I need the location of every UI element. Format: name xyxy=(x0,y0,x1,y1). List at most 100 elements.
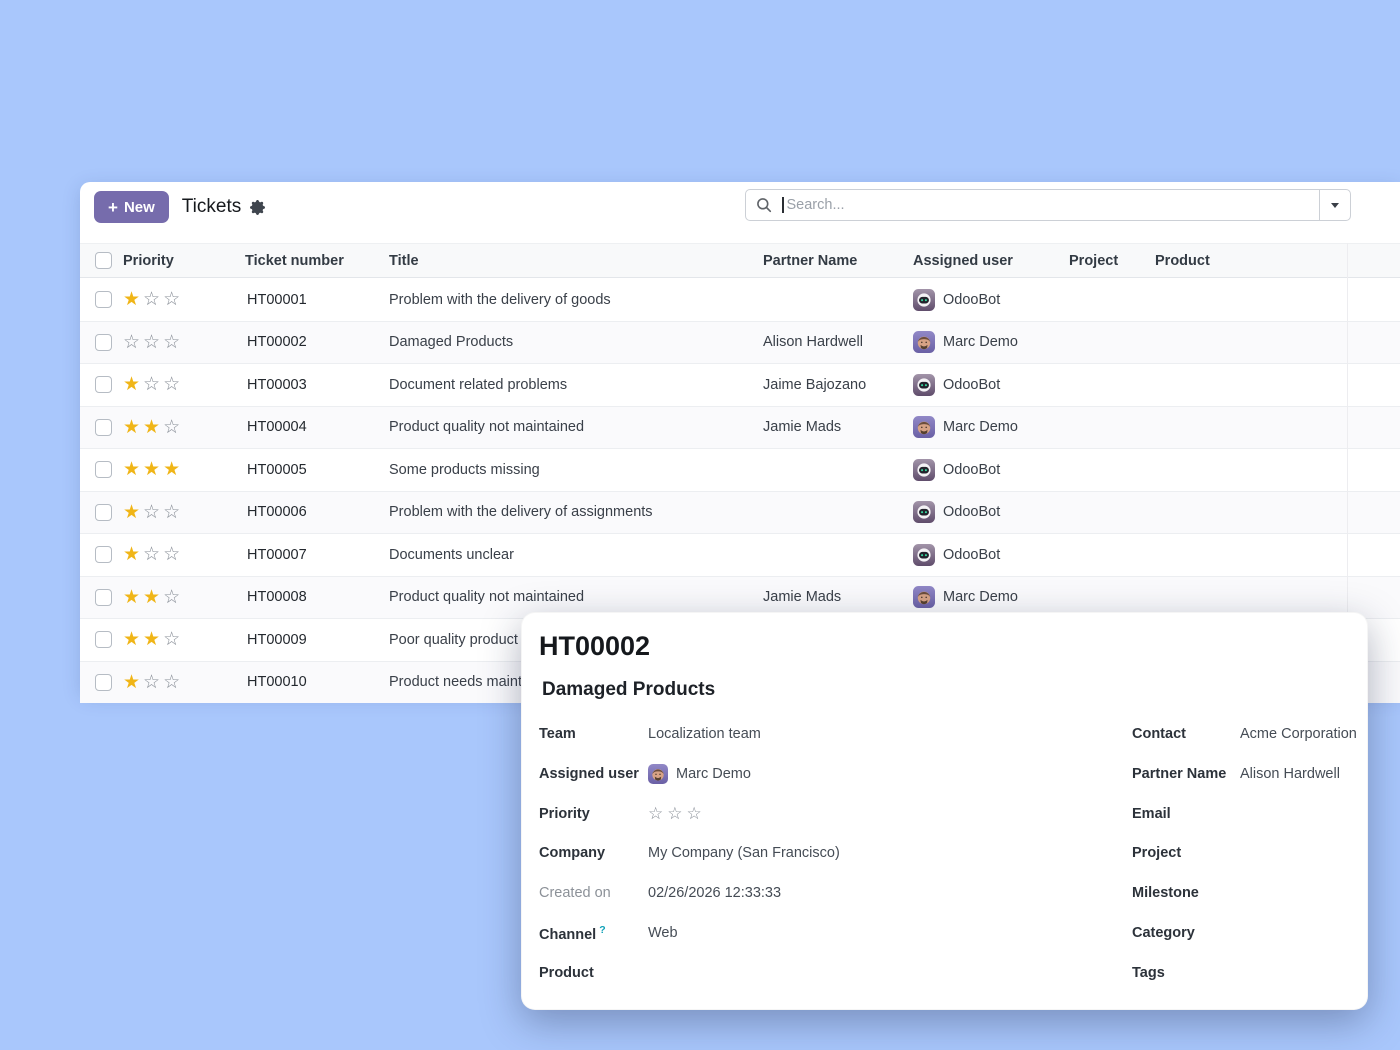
star-empty-icon[interactable]: ☆ xyxy=(163,545,180,564)
table-row[interactable]: ★★★ HT00005 Some products missing OdooBo… xyxy=(80,448,1400,491)
star-empty-icon[interactable]: ☆ xyxy=(123,333,140,352)
row-checkbox[interactable] xyxy=(95,504,112,521)
drag-handle-icon[interactable] xyxy=(227,557,231,559)
column-header-partner-name[interactable]: Partner Name xyxy=(763,253,913,269)
star-filled-icon[interactable]: ★ xyxy=(123,375,140,394)
help-icon[interactable]: ? xyxy=(599,924,605,936)
star-filled-icon[interactable]: ★ xyxy=(143,460,160,479)
priority-stars[interactable]: ★☆☆ xyxy=(123,673,227,692)
chevron-down-icon xyxy=(1331,203,1339,208)
star-filled-icon[interactable]: ★ xyxy=(143,418,160,437)
odoobot-avatar xyxy=(913,544,935,566)
priority-stars[interactable]: ★★☆ xyxy=(123,630,227,649)
drag-handle-icon[interactable] xyxy=(227,344,231,346)
star-empty-icon[interactable]: ☆ xyxy=(648,805,664,822)
field-value[interactable]: 02/26/2026 12:33:33 xyxy=(648,885,781,901)
star-empty-icon[interactable]: ☆ xyxy=(163,290,180,309)
table-row[interactable]: ★☆☆ HT00006 Problem with the delivery of… xyxy=(80,491,1400,534)
row-checkbox[interactable] xyxy=(95,461,112,478)
drag-handle-icon[interactable] xyxy=(227,642,231,644)
star-filled-icon[interactable]: ★ xyxy=(143,630,160,649)
priority-stars[interactable]: ☆☆☆ xyxy=(648,805,703,822)
row-checkbox[interactable] xyxy=(95,334,112,351)
row-checkbox[interactable] xyxy=(95,631,112,648)
star-filled-icon[interactable]: ★ xyxy=(143,588,160,607)
table-row[interactable]: ★★☆ HT00004 Product quality not maintain… xyxy=(80,406,1400,449)
star-filled-icon[interactable]: ★ xyxy=(123,673,140,692)
priority-stars[interactable]: ★★☆ xyxy=(123,588,227,607)
priority-stars[interactable]: ★★★ xyxy=(123,460,227,479)
assigned-user-cell: OdooBot xyxy=(913,501,1063,523)
drag-handle-icon[interactable] xyxy=(227,387,231,389)
row-checkbox[interactable] xyxy=(95,589,112,606)
star-empty-icon[interactable]: ☆ xyxy=(143,375,160,394)
star-filled-icon[interactable]: ★ xyxy=(123,630,140,649)
star-empty-icon[interactable]: ☆ xyxy=(163,503,180,522)
table-row[interactable]: ☆☆☆ HT00002 Damaged Products Alison Hard… xyxy=(80,321,1400,364)
row-checkbox[interactable] xyxy=(95,376,112,393)
star-empty-icon[interactable]: ☆ xyxy=(163,630,180,649)
star-empty-icon[interactable]: ☆ xyxy=(687,805,703,822)
column-header-assigned-user[interactable]: Assigned user xyxy=(913,253,1063,269)
row-checkbox[interactable] xyxy=(95,546,112,563)
drag-handle-icon[interactable] xyxy=(227,684,231,686)
page-title: Tickets xyxy=(182,191,241,223)
priority-stars[interactable]: ★☆☆ xyxy=(123,290,227,309)
star-filled-icon[interactable]: ★ xyxy=(123,418,140,437)
field-value[interactable]: Marc Demo xyxy=(648,764,751,784)
column-header-ticket-number[interactable]: Ticket number xyxy=(245,253,389,269)
priority-stars[interactable]: ★☆☆ xyxy=(123,375,227,394)
ticket-number: HT00009 xyxy=(245,632,389,648)
assigned-user-name: Marc Demo xyxy=(943,589,1018,605)
row-checkbox[interactable] xyxy=(95,291,112,308)
star-empty-icon[interactable]: ☆ xyxy=(163,333,180,352)
star-filled-icon[interactable]: ★ xyxy=(163,460,180,479)
star-empty-icon[interactable]: ☆ xyxy=(143,673,160,692)
select-all-checkbox[interactable] xyxy=(95,252,112,269)
column-header-project[interactable]: Project xyxy=(1063,253,1155,269)
star-empty-icon[interactable]: ☆ xyxy=(163,588,180,607)
field-value[interactable]: Web xyxy=(648,925,678,941)
drag-handle-icon[interactable] xyxy=(227,599,231,601)
assigned-user-cell: OdooBot xyxy=(913,459,1063,481)
column-header-title[interactable]: Title xyxy=(389,253,763,269)
column-header-priority[interactable]: Priority xyxy=(123,253,227,269)
star-filled-icon[interactable]: ★ xyxy=(123,545,140,564)
star-empty-icon[interactable]: ☆ xyxy=(163,673,180,692)
field-value[interactable]: Localization team xyxy=(648,726,761,742)
gear-icon[interactable] xyxy=(250,200,265,215)
row-checkbox[interactable] xyxy=(95,419,112,436)
search-icon xyxy=(756,197,772,213)
star-empty-icon[interactable]: ☆ xyxy=(143,503,160,522)
star-empty-icon[interactable]: ☆ xyxy=(163,375,180,394)
priority-stars[interactable]: ★☆☆ xyxy=(123,545,227,564)
new-button[interactable]: + New xyxy=(94,191,169,223)
table-row[interactable]: ★☆☆ HT00001 Problem with the delivery of… xyxy=(80,279,1400,321)
field-value[interactable]: My Company (San Francisco) xyxy=(648,845,840,861)
row-checkbox[interactable] xyxy=(95,674,112,691)
star-filled-icon[interactable]: ★ xyxy=(123,290,140,309)
field-value[interactable]: Alison Hardwell xyxy=(1240,766,1340,782)
priority-stars[interactable]: ★☆☆ xyxy=(123,503,227,522)
search-dropdown-toggle[interactable] xyxy=(1319,190,1350,220)
star-empty-icon[interactable]: ☆ xyxy=(143,333,160,352)
search-input[interactable] xyxy=(784,197,1320,213)
priority-stars[interactable]: ☆☆☆ xyxy=(123,333,227,352)
drag-handle-icon[interactable] xyxy=(227,302,231,304)
table-row[interactable]: ★☆☆ HT00007 Documents unclear OdooBot xyxy=(80,533,1400,576)
priority-stars[interactable]: ★★☆ xyxy=(123,418,227,437)
drag-handle-icon[interactable] xyxy=(227,429,231,431)
star-empty-icon[interactable]: ☆ xyxy=(667,805,683,822)
star-empty-icon[interactable]: ☆ xyxy=(163,418,180,437)
star-filled-icon[interactable]: ★ xyxy=(123,588,140,607)
star-empty-icon[interactable]: ☆ xyxy=(143,290,160,309)
drag-handle-icon[interactable] xyxy=(227,472,231,474)
table-row[interactable]: ★☆☆ HT00003 Document related problems Ja… xyxy=(80,363,1400,406)
star-empty-icon[interactable]: ☆ xyxy=(143,545,160,564)
star-filled-icon[interactable]: ★ xyxy=(123,460,140,479)
field-value[interactable]: Acme Corporation xyxy=(1240,726,1357,742)
field-value[interactable]: ☆☆☆ xyxy=(648,805,703,822)
star-filled-icon[interactable]: ★ xyxy=(123,503,140,522)
drag-handle-icon[interactable] xyxy=(227,514,231,516)
column-header-product[interactable]: Product xyxy=(1155,253,1400,269)
